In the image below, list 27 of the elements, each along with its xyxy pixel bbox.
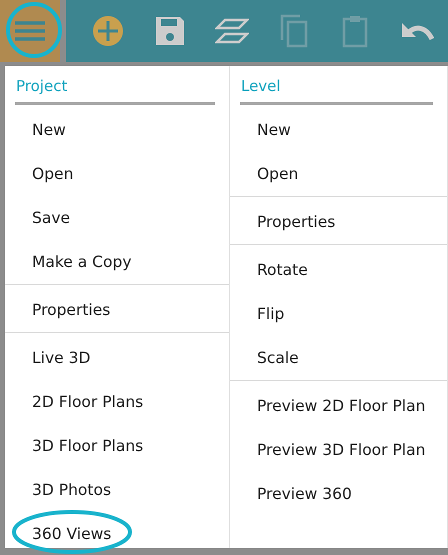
menu-item[interactable]: 3D Floor Plans: [5, 424, 229, 468]
menu-item[interactable]: Make a Copy: [5, 240, 229, 284]
menu-item[interactable]: New: [5, 108, 229, 152]
menu-item[interactable]: Properties: [5, 288, 229, 332]
menu-item[interactable]: Open: [5, 152, 229, 196]
menu-item[interactable]: 2D Floor Plans: [5, 380, 229, 424]
menu-item[interactable]: Properties: [230, 200, 447, 244]
menu-item[interactable]: 3D Photos: [5, 468, 229, 512]
menu-item[interactable]: Scale: [230, 336, 447, 380]
menu-item[interactable]: New: [230, 108, 447, 152]
menu-icon: [14, 20, 45, 42]
add-icon: [92, 15, 124, 47]
layers-icon: [214, 18, 249, 44]
menu-item[interactable]: Live 3D: [5, 336, 229, 380]
menu-item[interactable]: Save: [5, 196, 229, 240]
menu-item[interactable]: Preview 2D Floor Plan: [230, 384, 447, 428]
column-heading: Level: [240, 66, 433, 105]
menu-item[interactable]: Preview 360: [230, 472, 447, 516]
menu-item[interactable]: Flip: [230, 292, 447, 336]
menu-item[interactable]: Preview 3D Floor Plan: [230, 428, 447, 472]
column-heading: Project: [15, 66, 215, 105]
copy-icon: [280, 14, 308, 48]
menu-item[interactable]: Rotate: [230, 248, 447, 292]
save-icon: [154, 15, 186, 47]
menu-item[interactable]: 360 Views: [5, 512, 229, 555]
clipboard-icon: [342, 14, 368, 48]
menu-item[interactable]: Open: [230, 152, 447, 196]
